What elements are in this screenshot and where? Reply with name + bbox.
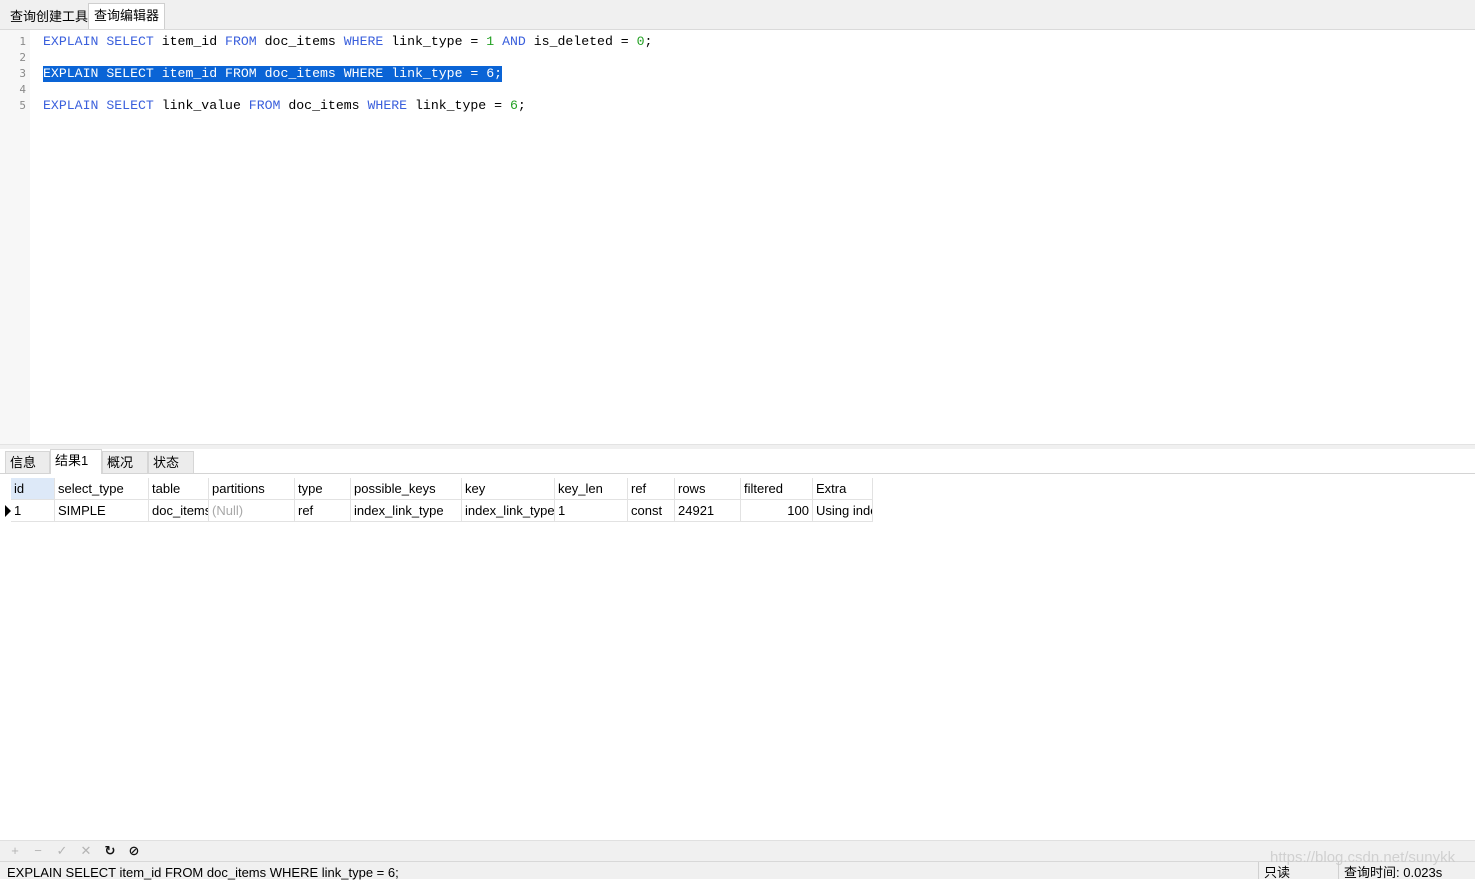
status-sql-text: EXPLAIN SELECT item_id FROM doc_items WH…	[7, 865, 399, 880]
code-token: FROM	[225, 34, 257, 49]
code-token: EXPLAIN	[43, 34, 99, 49]
code-token: link_type =	[407, 98, 510, 113]
code-token: item_id	[153, 34, 226, 49]
column-header-key[interactable]: key	[462, 478, 555, 500]
apply-icon[interactable]: ✓	[53, 842, 71, 860]
grid-cell[interactable]: Using index	[813, 500, 873, 522]
tab-query-builder[interactable]: 查询创建工具	[5, 6, 94, 28]
column-header-key-len[interactable]: key_len	[555, 478, 628, 500]
tab-info[interactable]: 信息	[5, 451, 50, 473]
code-token: 0	[636, 34, 645, 49]
code-token: SELECT	[106, 34, 154, 49]
column-header-table[interactable]: table	[149, 478, 209, 500]
code-token: item_id	[153, 66, 226, 81]
status-readonly: 只读	[1264, 865, 1291, 880]
tab-result1[interactable]: 结果1	[50, 449, 102, 474]
column-header-id[interactable]: id	[11, 478, 55, 500]
grid-cell[interactable]: ref	[295, 500, 351, 522]
grid-toolbar: + − ✓ ✕ ↻ ⊘	[0, 840, 1475, 862]
column-header-ref[interactable]: ref	[628, 478, 675, 500]
tab-query-editor[interactable]: 查询编辑器	[88, 3, 166, 29]
tab-status[interactable]: 状态	[148, 451, 194, 473]
watermark: https://blog.csdn.net/sunykk	[1270, 849, 1456, 866]
delete-record-icon[interactable]: −	[29, 842, 47, 860]
sql-editor[interactable]: 1 EXPLAIN SELECT item_id FROM doc_items W…	[0, 30, 1475, 444]
line-number: 4	[19, 83, 26, 96]
code-token: FROM	[225, 66, 257, 81]
grid-cell[interactable]: 100	[741, 500, 813, 522]
result-tab-bar: 信息 结果1 概况 状态	[0, 449, 1475, 474]
code-token: EXPLAIN	[43, 98, 99, 113]
code-token: is_deleted =	[525, 34, 637, 49]
column-header-type[interactable]: type	[295, 478, 351, 500]
code-token: 1	[486, 34, 495, 49]
grid-cell[interactable]: index_link_type	[351, 500, 462, 522]
refresh-icon[interactable]: ↻	[101, 842, 119, 860]
column-header-rows[interactable]: rows	[675, 478, 741, 500]
code-token: WHERE	[343, 34, 384, 49]
status-bar: EXPLAIN SELECT item_id FROM doc_items WH…	[0, 861, 1475, 880]
code-token: SELECT	[106, 98, 154, 113]
grid-cell[interactable]: (Null)	[209, 500, 295, 522]
grid-cell[interactable]: doc_items	[149, 500, 209, 522]
grid-cell[interactable]: SIMPLE	[55, 500, 149, 522]
add-record-icon[interactable]: +	[6, 842, 24, 860]
code-token: AND	[502, 34, 526, 49]
code-token: doc_items	[256, 66, 344, 81]
stop-icon[interactable]: ⊘	[125, 842, 143, 860]
code-token: link_value	[153, 98, 249, 113]
grid-cell[interactable]: index_link_type	[462, 500, 555, 522]
code-token: ;	[494, 66, 503, 81]
line-number: 5	[19, 99, 26, 112]
code-token: WHERE	[343, 66, 384, 81]
selected-code-line[interactable]: EXPLAIN SELECT item_id FROM doc_items WH…	[43, 66, 503, 82]
column-header-possible-keys[interactable]: possible_keys	[351, 478, 462, 500]
code-line[interactable]: EXPLAIN SELECT link_value FROM doc_items…	[43, 98, 526, 114]
code-token: ;	[517, 98, 526, 113]
grid-cell[interactable]: 1	[11, 500, 55, 522]
grid-cell[interactable]: const	[628, 500, 675, 522]
code-token: WHERE	[367, 98, 408, 113]
editor-tab-bar: 查询创建工具 查询编辑器	[0, 0, 1475, 30]
code-token: ;	[644, 34, 653, 49]
code-token: SELECT	[106, 66, 154, 81]
line-number: 3	[19, 67, 26, 80]
tab-overview[interactable]: 概况	[102, 451, 148, 473]
code-token: link_type =	[383, 66, 487, 81]
column-header-extra[interactable]: Extra	[813, 478, 873, 500]
code-line[interactable]: EXPLAIN SELECT item_id FROM doc_items WH…	[43, 34, 652, 50]
code-token: FROM	[248, 98, 281, 113]
code-token: 6	[486, 66, 495, 81]
code-token: 6	[509, 98, 518, 113]
line-number: 1	[19, 35, 26, 48]
status-divider	[1258, 862, 1259, 879]
line-number: 2	[19, 51, 26, 64]
code-token: doc_items	[256, 34, 344, 49]
grid-cell[interactable]: 1	[555, 500, 628, 522]
column-header-filtered[interactable]: filtered	[741, 478, 813, 500]
code-token: EXPLAIN	[43, 66, 99, 81]
column-header-partitions[interactable]: partitions	[209, 478, 295, 500]
status-query-time: 查询时间: 0.023s	[1344, 865, 1443, 880]
discard-icon[interactable]: ✕	[77, 842, 95, 860]
grid-cell[interactable]: 24921	[675, 500, 741, 522]
code-token: doc_items	[280, 98, 368, 113]
code-token: link_type =	[383, 34, 487, 49]
column-header-select-type[interactable]: select_type	[55, 478, 149, 500]
